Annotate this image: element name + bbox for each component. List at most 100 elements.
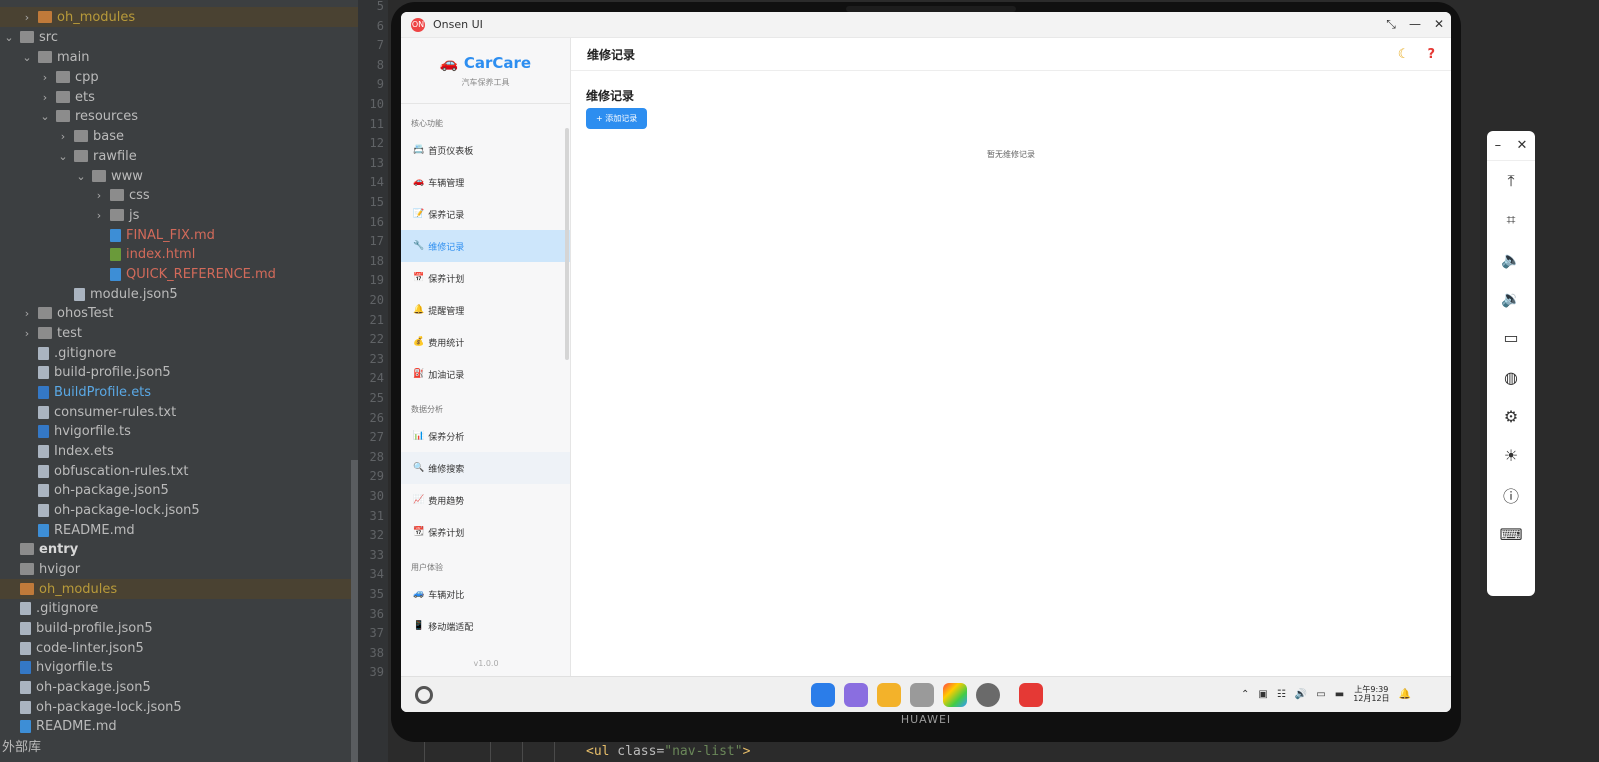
- display-icon[interactable]: ▭: [1316, 689, 1325, 700]
- trash-icon[interactable]: [910, 683, 934, 707]
- tree-item[interactable]: ⌄ src: [0, 27, 358, 47]
- pin-top-icon[interactable]: ⤒: [1487, 161, 1535, 200]
- chevron-icon[interactable]: ⌄: [4, 31, 14, 44]
- volume-icon[interactable]: 🔊: [1295, 689, 1307, 700]
- tree-item[interactable]: README.md: [0, 716, 358, 736]
- settings-gear-icon[interactable]: [976, 683, 1000, 707]
- nav-item[interactable]: 🚗 车辆管理: [401, 166, 570, 198]
- power-button-icon[interactable]: ▭: [1487, 318, 1535, 357]
- tree-item[interactable]: index.html: [0, 244, 358, 264]
- help-question-icon[interactable]: ?: [1427, 47, 1435, 62]
- chevron-icon[interactable]: ⌄: [76, 170, 86, 183]
- tree-item[interactable]: BuildProfile.ets: [0, 382, 358, 402]
- chevron-icon[interactable]: ›: [22, 327, 32, 340]
- chevron-icon[interactable]: ›: [94, 209, 104, 222]
- tree-item[interactable]: ⌄ rawfile: [0, 146, 358, 166]
- tree-item[interactable]: hvigorfile.ts: [0, 421, 358, 441]
- minimize-icon[interactable]: —: [1403, 17, 1427, 32]
- sidebar-scrollbar[interactable]: [565, 128, 569, 360]
- tree-item[interactable]: README.md: [0, 520, 358, 540]
- crop-screenshot-icon[interactable]: ⌗: [1487, 200, 1535, 239]
- chevron-icon[interactable]: ›: [94, 189, 104, 202]
- nav-item[interactable]: 📇 首页仪表板: [401, 134, 570, 166]
- code-line[interactable]: <ul class="nav-list">: [586, 744, 750, 759]
- tree-item[interactable]: ⌄ resources: [0, 106, 358, 126]
- app-center-icon[interactable]: [811, 683, 835, 707]
- home-circle-icon[interactable]: [415, 686, 433, 704]
- close-icon[interactable]: ✕: [1516, 138, 1527, 153]
- tree-item[interactable]: oh_modules: [0, 579, 358, 599]
- settings-gear-icon[interactable]: ⚙: [1487, 397, 1535, 436]
- nav-item[interactable]: 📅 保养计划: [401, 262, 570, 294]
- volume-down-icon[interactable]: 🔉: [1487, 279, 1535, 318]
- tree-item[interactable]: oh-package-lock.json5: [0, 500, 358, 520]
- nav-item[interactable]: 📆 保养计划: [401, 516, 570, 548]
- chevron-icon[interactable]: ›: [58, 130, 68, 143]
- tree-item[interactable]: Index.ets: [0, 441, 358, 461]
- tree-item[interactable]: › css: [0, 185, 358, 205]
- chevron-icon[interactable]: ⌄: [22, 51, 32, 64]
- nav-item[interactable]: 🔔 提醒管理: [401, 294, 570, 326]
- keyboard-icon[interactable]: ⌨: [1487, 515, 1535, 554]
- tree-item[interactable]: .gitignore: [0, 343, 358, 363]
- onsen-app-icon[interactable]: [1019, 683, 1043, 707]
- nav-item[interactable]: 💰 费用统计: [401, 326, 570, 358]
- tree-item[interactable]: › cpp: [0, 67, 358, 87]
- tree-item[interactable]: obfuscation-rules.txt: [0, 461, 358, 481]
- clipboard-icon[interactable]: ☷: [1277, 689, 1286, 700]
- restore-icon[interactable]: ⤡: [1379, 17, 1403, 32]
- nav-item[interactable]: 🚙 车辆对比: [401, 578, 570, 610]
- chevron-icon[interactable]: ›: [40, 71, 50, 84]
- nav-item[interactable]: 📈 费用趋势: [401, 484, 570, 516]
- tree-item[interactable]: ⌄ main: [0, 47, 358, 67]
- nav-item[interactable]: 📊 保养分析: [401, 420, 570, 452]
- tree-item[interactable]: oh-package.json5: [0, 480, 358, 500]
- chevron-up-icon[interactable]: ⌃: [1241, 689, 1249, 700]
- tree-item[interactable]: build-profile.json5: [0, 362, 358, 382]
- tree-item[interactable]: build-profile.json5: [0, 618, 358, 638]
- info-icon[interactable]: ⓘ: [1487, 475, 1535, 514]
- nav-item[interactable]: 📱 移动端适配: [401, 610, 570, 642]
- debug-bug-icon[interactable]: ☀: [1487, 436, 1535, 475]
- tree-item[interactable]: oh-package.json5: [0, 677, 358, 697]
- nav-item[interactable]: 📝 保养记录: [401, 198, 570, 230]
- chevron-icon[interactable]: ›: [40, 91, 50, 104]
- tree-item[interactable]: hvigorfile.ts: [0, 657, 358, 677]
- add-record-button[interactable]: + 添加记录: [586, 108, 648, 129]
- tree-item[interactable]: oh-package-lock.json5: [0, 697, 358, 717]
- volume-up-icon[interactable]: 🔈: [1487, 240, 1535, 279]
- tree-item[interactable]: module.json5: [0, 284, 358, 304]
- tree-item[interactable]: › test: [0, 323, 358, 343]
- battery-icon[interactable]: ▬: [1335, 689, 1344, 700]
- tree-item[interactable]: › js: [0, 205, 358, 225]
- close-icon[interactable]: ✕: [1427, 17, 1451, 32]
- input-method-icon[interactable]: ▣: [1258, 689, 1267, 700]
- nav-item[interactable]: 🔍 维修搜索: [401, 452, 570, 484]
- tree-item[interactable]: ⌄ www: [0, 166, 358, 186]
- tree-item[interactable]: › ets: [0, 87, 358, 107]
- photos-icon[interactable]: [943, 683, 967, 707]
- chevron-icon[interactable]: ⌄: [58, 150, 68, 163]
- tree-item[interactable]: › ohosTest: [0, 303, 358, 323]
- tree-item[interactable]: QUICK_REFERENCE.md: [0, 264, 358, 284]
- clock[interactable]: 上午9:39 12月12日: [1353, 685, 1389, 703]
- tree-scrollbar[interactable]: [351, 460, 358, 762]
- multitask-icon[interactable]: [844, 683, 868, 707]
- nav-item[interactable]: 🔧 维修记录: [401, 230, 570, 262]
- tree-item[interactable]: › oh_modules: [0, 7, 358, 27]
- chevron-icon[interactable]: ›: [22, 11, 32, 24]
- tree-item[interactable]: 外部库: [0, 735, 358, 755]
- nav-item[interactable]: ⛽ 加油记录: [401, 358, 570, 390]
- globe-icon[interactable]: ◍: [1487, 357, 1535, 396]
- tree-item[interactable]: code-linter.json5: [0, 638, 358, 658]
- tree-item[interactable]: › base: [0, 126, 358, 146]
- files-folder-icon[interactable]: [877, 683, 901, 707]
- tree-item[interactable]: FINAL_FIX.md: [0, 225, 358, 245]
- tree-item[interactable]: consumer-rules.txt: [0, 402, 358, 422]
- minimize-icon[interactable]: –: [1495, 138, 1502, 153]
- tree-item[interactable]: hvigor: [0, 559, 358, 579]
- window-titlebar[interactable]: ON Onsen UI ⤡ — ✕: [401, 12, 1451, 38]
- chevron-icon[interactable]: ›: [22, 307, 32, 320]
- dark-mode-moon-icon[interactable]: ☾: [1398, 47, 1410, 62]
- tree-item[interactable]: entry: [0, 539, 358, 559]
